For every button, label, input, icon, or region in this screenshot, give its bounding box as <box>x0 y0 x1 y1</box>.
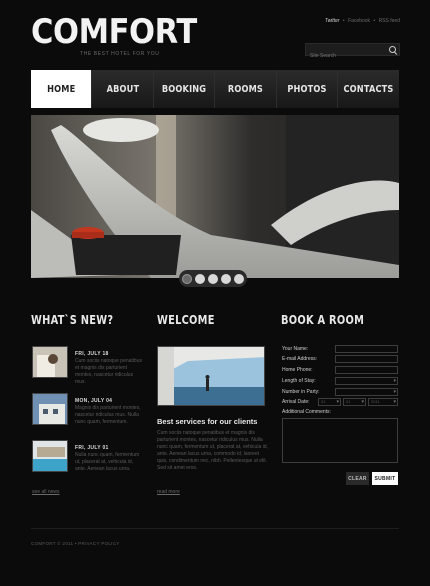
nav-about[interactable]: ABOUT <box>92 70 154 108</box>
welcome-image <box>157 346 265 406</box>
see-all-news-link[interactable]: see all news <box>32 489 60 495</box>
slider-dot-5[interactable] <box>234 273 244 284</box>
arrival-date-label: Arrival Date: <box>282 399 310 405</box>
phone-field[interactable] <box>335 366 398 374</box>
terrace-photo <box>158 347 264 405</box>
news-date: FRI, JULY 01 <box>75 445 109 451</box>
length-of-stay-select[interactable] <box>335 377 398 385</box>
lounge-chair-photo <box>31 115 399 278</box>
news-thumb-2[interactable] <box>32 393 68 425</box>
footer-divider <box>31 528 399 529</box>
footer-text: COMFORT © 2011 • PRIVACY POLICY <box>31 541 120 546</box>
email-field[interactable] <box>335 355 398 363</box>
news-heading: WHAT`S NEW? <box>31 313 114 327</box>
slider-dot-3[interactable] <box>208 273 218 284</box>
news-thumb-1[interactable] <box>32 346 68 378</box>
logo[interactable]: COMFORT <box>31 14 197 50</box>
search-input[interactable] <box>306 50 384 62</box>
social-links: Twitter • Facebook • RSS feed <box>324 18 400 24</box>
email-label: E-mail Address: <box>282 356 318 362</box>
submit-button[interactable]: SUBMIT <box>372 472 398 485</box>
welcome-body: Cum sociis natoque penatibus et magnis d… <box>157 430 268 471</box>
news-date: FRI, JULY 18 <box>75 351 109 357</box>
news-text: Nulla nunc quam, fermentum ut, placerat … <box>75 452 140 472</box>
arrival-month-select[interactable]: 01 <box>343 398 366 406</box>
nav-rooms[interactable]: ROOMS <box>215 70 277 108</box>
read-more-link[interactable]: read more <box>157 489 180 495</box>
length-of-stay-label: Length of Stay: <box>282 378 316 384</box>
nav-booking[interactable]: BOOKING <box>153 70 216 108</box>
nav-photos[interactable]: PHOTOS <box>276 70 339 108</box>
news-text: Magnis dis parturient montes, nascetur r… <box>75 405 141 425</box>
news-date: MON, JULY 04 <box>75 398 113 404</box>
social-link-rss[interactable]: RSS feed <box>379 18 400 24</box>
social-link-twitter[interactable]: Twitter <box>325 18 340 24</box>
comments-textarea[interactable] <box>282 418 398 463</box>
name-field[interactable] <box>335 345 398 353</box>
party-size-select[interactable] <box>335 388 398 396</box>
phone-label: Home Phone: <box>282 367 313 373</box>
news-photo-1 <box>33 347 67 377</box>
hero-slide-image <box>31 115 399 278</box>
tagline: THE BEST HOTEL FOR YOU <box>80 51 160 57</box>
search-icon[interactable] <box>389 46 396 53</box>
arrival-day-select[interactable]: 01 <box>318 398 341 406</box>
comments-label: Additional Comments: <box>282 409 331 415</box>
name-label: Your Name: <box>282 346 309 352</box>
news-text: Cum sociis natoque penatibus et magnis d… <box>75 358 142 385</box>
news-photo-2 <box>33 394 67 424</box>
nav-home[interactable]: HOME <box>31 70 93 108</box>
nav-contacts[interactable]: CONTACTS <box>338 70 399 108</box>
booking-heading: BOOK A ROOM <box>281 313 365 327</box>
welcome-heading: WELCOME <box>157 313 215 327</box>
clear-button[interactable]: CLEAR <box>346 472 369 485</box>
news-thumb-3[interactable] <box>32 440 68 472</box>
main-nav: HOME ABOUT BOOKING ROOMS PHOTOS CONTACTS <box>31 70 399 108</box>
slider-dot-2[interactable] <box>195 273 205 284</box>
slider-dot-4[interactable] <box>221 273 231 284</box>
welcome-subtitle: Best services for our clients <box>157 417 258 426</box>
news-photo-3 <box>33 441 67 471</box>
social-link-facebook[interactable]: Facebook <box>348 18 370 24</box>
party-size-label: Number in Party: <box>282 389 320 395</box>
slider-dot-1[interactable] <box>182 273 192 284</box>
slider-pagination <box>179 270 247 287</box>
arrival-year-select[interactable]: 2011 <box>368 398 398 406</box>
site-search <box>305 43 400 62</box>
